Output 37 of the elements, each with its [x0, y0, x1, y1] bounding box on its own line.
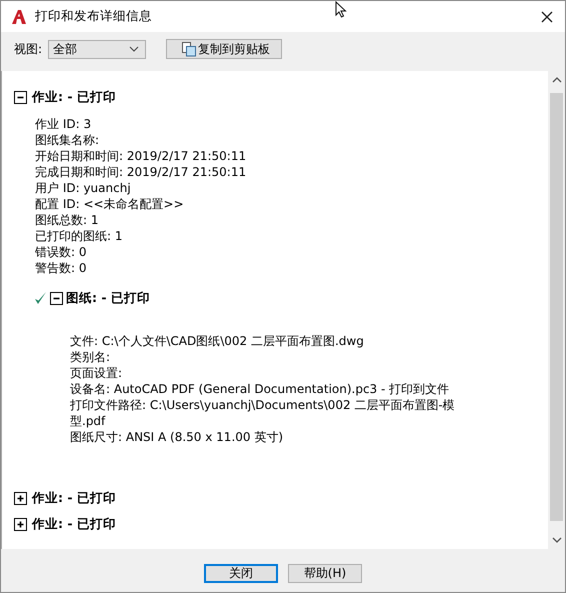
expand-toggle[interactable] [14, 518, 27, 530]
detail-line: 类别名: [70, 349, 112, 365]
job-heading: 作业: - 已打印 [32, 516, 116, 532]
dialog-button[interactable]: 帮助(H) [288, 564, 362, 583]
scroll-down-icon[interactable] [552, 537, 562, 543]
detail-line: 图纸尺寸: ANSI A (8.50 x 11.00 英寸) [70, 429, 284, 445]
collapse-toggle[interactable] [50, 292, 63, 304]
job-heading: 作业: - 已打印 [32, 490, 116, 506]
view-dropdown[interactable]: 全部 [48, 40, 146, 58]
collapse-toggle[interactable] [14, 90, 27, 104]
chevron-down-icon [129, 46, 140, 52]
detail-line: 设备名: AutoCAD PDF (General Documentation).pc3 - 打印到文件 [70, 381, 450, 397]
copy-icon [181, 41, 198, 57]
view-label: 视图: [14, 40, 42, 58]
detail-line: 打印文件路径: C:\Users\yuanchj\Documents\002 二层平面布置图-模型.pdf [70, 397, 456, 429]
detail-line: 错误数: 0 [35, 244, 88, 260]
autocad-logo-icon [11, 8, 27, 24]
expand-toggle[interactable] [14, 492, 27, 504]
window-title: 打印和发布详细信息 [35, 8, 152, 25]
detail-line: 警告数: 0 [35, 260, 88, 276]
scroll-up-icon[interactable] [552, 77, 562, 83]
detail-line: 文件: C:\个人文件\CAD图纸\002 二层平面布置图.dwg [70, 333, 365, 349]
detail-line: 用户 ID: yuanchj [35, 180, 132, 196]
sheet-heading: 图纸: - 已打印 [66, 290, 150, 306]
scrollbar-thumb[interactable] [550, 93, 563, 521]
detail-line: 页面设置: [70, 365, 124, 381]
detail-line: 开始日期和时间: 2019/2/17 21:50:11 [35, 148, 248, 164]
detail-line: 图纸集名称: [35, 132, 100, 148]
detail-line: 图纸总数: 1 [35, 212, 100, 228]
close-icon[interactable] [541, 10, 553, 22]
detail-line: 已打印的图纸: 1 [35, 228, 124, 244]
dialog-button[interactable]: 关闭 [204, 564, 278, 583]
detail-line: 配置 ID: <<未命名配置>> [35, 196, 185, 212]
copy-to-clipboard-button[interactable]: 复制到剪贴板 [166, 39, 282, 59]
job-heading: 作业: - 已打印 [32, 88, 116, 106]
detail-line: 作业 ID: 3 [35, 116, 92, 132]
detail-line: 完成日期和时间: 2019/2/17 21:50:11 [35, 164, 248, 180]
